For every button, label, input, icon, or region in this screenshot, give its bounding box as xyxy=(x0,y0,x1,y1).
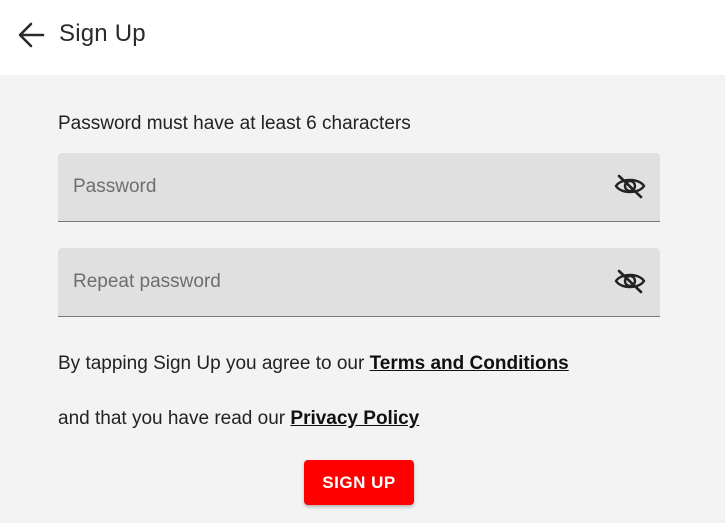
page-title: Sign Up xyxy=(59,20,146,47)
privacy-prefix: and that you have read our xyxy=(58,408,291,429)
back-button[interactable] xyxy=(12,18,50,56)
password-input[interactable] xyxy=(73,153,593,221)
repeat-password-field-container xyxy=(58,248,660,317)
sign-up-button[interactable]: SIGN UP xyxy=(304,460,414,505)
eye-off-icon xyxy=(613,264,647,303)
terms-and-conditions-link[interactable]: Terms and Conditions xyxy=(370,353,569,374)
terms-agreement-text: By tapping Sign Up you agree to our Term… xyxy=(58,353,569,375)
password-hint: Password must have at least 6 characters xyxy=(58,113,411,134)
terms-prefix: By tapping Sign Up you agree to our xyxy=(58,353,370,374)
privacy-policy-link[interactable]: Privacy Policy xyxy=(290,408,419,429)
password-field-container xyxy=(58,153,660,222)
password-visibility-toggle[interactable] xyxy=(612,170,648,206)
repeat-password-visibility-toggle[interactable] xyxy=(612,265,648,301)
repeat-password-input[interactable] xyxy=(73,248,593,316)
privacy-agreement-text: and that you have read our Privacy Polic… xyxy=(58,408,419,430)
app-bar: Sign Up xyxy=(0,0,725,75)
eye-off-icon xyxy=(613,169,647,208)
arrow-left-icon xyxy=(16,20,46,55)
